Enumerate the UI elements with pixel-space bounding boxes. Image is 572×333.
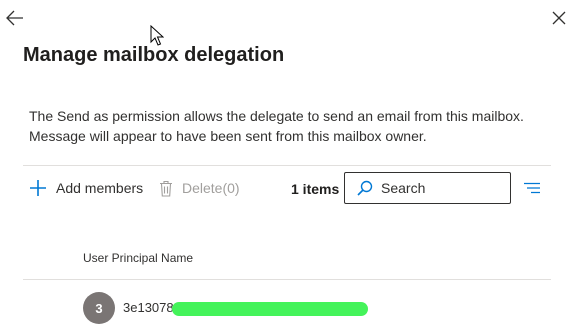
avatar: 3 [83,292,115,324]
divider [23,165,551,166]
delegation-panel: Manage mailbox delegation The Send as pe… [0,0,572,333]
delete-label: Delete(0) [182,180,240,196]
add-members-button[interactable]: Add members [29,176,143,200]
search-icon [357,180,373,196]
close-icon [552,11,566,25]
delete-button[interactable]: Delete(0) [159,176,240,200]
column-header-upn[interactable]: User Principal Name [83,251,193,265]
command-bar: Add members Delete(0) 1 items [23,172,551,204]
back-button[interactable] [4,7,26,29]
redaction-bar [172,302,368,316]
plus-icon [30,180,46,196]
table-row[interactable]: 3 3e13078c [23,290,551,326]
search-input[interactable] [381,177,501,199]
permission-description: The Send as permission allows the delega… [29,108,524,144]
filter-icon [524,182,540,194]
filter-button[interactable] [521,178,543,198]
items-count: 1 items [291,181,340,197]
search-box[interactable] [344,172,511,204]
trash-icon [160,180,172,197]
arrow-left-icon [6,10,23,26]
close-button[interactable] [548,7,570,29]
page-title: Manage mailbox delegation [23,44,285,66]
header-divider [23,279,551,280]
add-members-label: Add members [56,180,144,196]
